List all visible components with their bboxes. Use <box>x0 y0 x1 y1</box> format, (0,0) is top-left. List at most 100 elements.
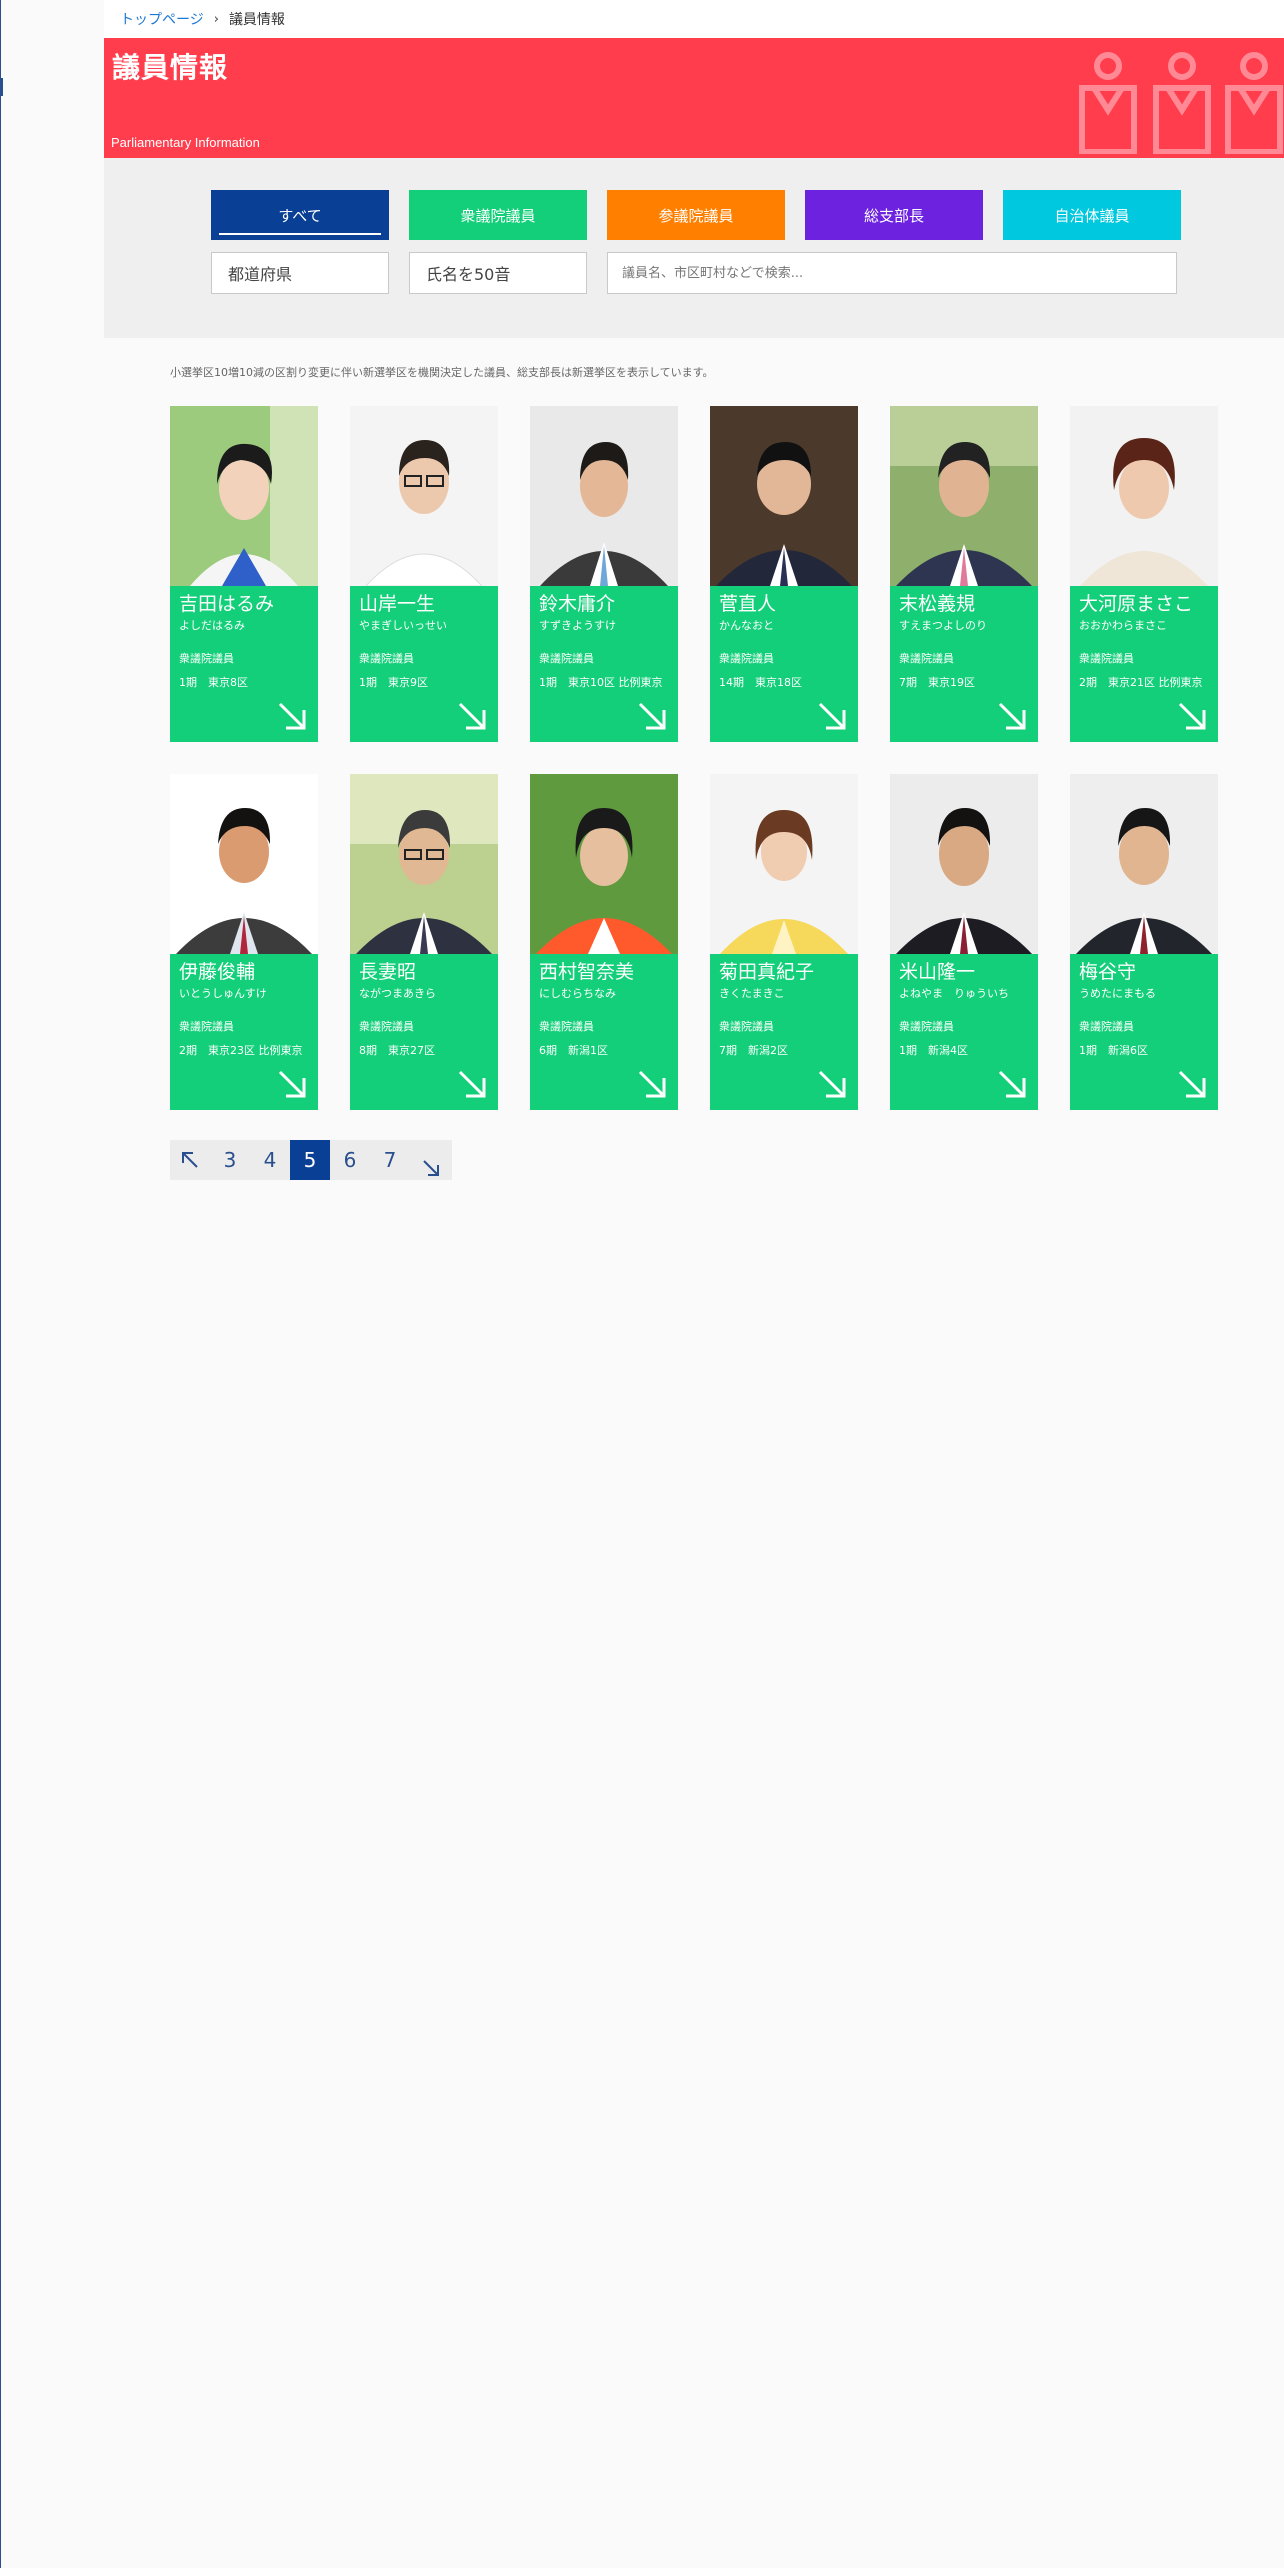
member-card[interactable]: 西村智奈美 にしむらちなみ 衆議院議員 6期 新潟1区 <box>530 774 678 1110</box>
arrow-down-right-icon <box>1178 702 1206 730</box>
member-house: 衆議院議員 <box>359 652 414 665</box>
member-term: 1期 新潟4区 <box>899 1044 968 1057</box>
member-photo <box>350 406 498 586</box>
member-name: 長妻昭 <box>359 961 417 983</box>
member-card[interactable]: 菊田真紀子 きくたまきこ 衆議院議員 7期 新潟2区 <box>710 774 858 1110</box>
category-local-assembly-button[interactable]: 自治体議員 <box>1003 190 1181 240</box>
breadcrumb-current: 議員情報 <box>228 12 285 28</box>
page-7-button[interactable]: 7 <box>370 1140 410 1180</box>
member-kana: すえまつよしのり <box>899 619 987 632</box>
member-term: 7期 東京19区 <box>899 676 975 689</box>
member-term: 8期 東京27区 <box>359 1044 435 1057</box>
member-info: 伊藤俊輔 いとうしゅんすけ 衆議院議員 2期 東京23区 比例東京 <box>170 954 318 1110</box>
member-kana: きくたまきこ <box>719 987 785 1000</box>
member-house: 衆議院議員 <box>1079 652 1134 665</box>
breadcrumb-home-link[interactable]: トップページ <box>120 9 204 29</box>
member-info: 吉田はるみ よしだはるみ 衆議院議員 1期 東京8区 <box>170 586 318 742</box>
category-house-of-councillors-button[interactable]: 参議院議員 <box>607 190 785 240</box>
member-house: 衆議院議員 <box>1079 1020 1134 1033</box>
category-buttons: すべて 衆議院議員 参議院議員 総支部長 自治体議員 <box>211 190 1181 240</box>
member-photo <box>890 774 1038 954</box>
page-3-button[interactable]: 3 <box>210 1140 250 1180</box>
member-card[interactable]: 米山隆一 よねやま りゅういち 衆議院議員 1期 新潟4区 <box>890 774 1038 1110</box>
category-branch-chief-button[interactable]: 総支部長 <box>805 190 983 240</box>
member-info: 米山隆一 よねやま りゅういち 衆議院議員 1期 新潟4区 <box>890 954 1038 1110</box>
member-name: 大河原まさこ <box>1079 593 1194 615</box>
member-photo <box>530 406 678 586</box>
member-photo <box>1070 774 1218 954</box>
member-term: 1期 新潟6区 <box>1079 1044 1148 1057</box>
member-name: 山岸一生 <box>359 593 436 615</box>
member-term: 14期 東京18区 <box>719 676 802 689</box>
gojuon-select[interactable]: 氏名を50音 <box>409 252 587 294</box>
page-5-button[interactable]: 5 <box>290 1140 330 1180</box>
member-house: 衆議院議員 <box>179 652 234 665</box>
member-kana: おおかわらまさこ <box>1079 619 1167 632</box>
member-kana: にしむらちなみ <box>539 987 616 1000</box>
member-term: 7期 新潟2区 <box>719 1044 788 1057</box>
member-card[interactable]: 吉田はるみ よしだはるみ 衆議院議員 1期 東京8区 <box>170 406 318 742</box>
member-card[interactable]: 鈴木庸介 すずきようすけ 衆議院議員 1期 東京10区 比例東京 <box>530 406 678 742</box>
person-icon <box>1153 52 1211 154</box>
member-house: 衆議院議員 <box>899 652 954 665</box>
member-kana: いとうしゅんすけ <box>179 987 267 1000</box>
member-kana: よねやま りゅういち <box>899 987 1009 1000</box>
first-page-button[interactable] <box>170 1140 210 1180</box>
page-subtitle: Parliamentary Information <box>111 135 260 150</box>
member-card[interactable]: 長妻昭 ながつまあきら 衆議院議員 8期 東京27区 <box>350 774 498 1110</box>
member-card[interactable]: 大河原まさこ おおかわらまさこ 衆議院議員 2期 東京21区 比例東京 <box>1070 406 1218 742</box>
member-house: 衆議院議員 <box>539 1020 594 1033</box>
member-name: 米山隆一 <box>899 961 976 983</box>
member-card[interactable]: 伊藤俊輔 いとうしゅんすけ 衆議院議員 2期 東京23区 比例東京 <box>170 774 318 1110</box>
filter-panel: すべて 衆議院議員 参議院議員 総支部長 自治体議員 都道府県 氏名を50音 <box>104 158 1284 338</box>
member-kana: うめたにまもる <box>1079 987 1156 1000</box>
arrow-down-right-icon <box>638 1070 666 1098</box>
arrow-down-right-icon <box>278 702 306 730</box>
member-info: 大河原まさこ おおかわらまさこ 衆議院議員 2期 東京21区 比例東京 <box>1070 586 1218 742</box>
search-input[interactable] <box>607 252 1177 294</box>
member-info: 末松義規 すえまつよしのり 衆議院議員 7期 東京19区 <box>890 586 1038 742</box>
member-photo <box>170 774 318 954</box>
window-edge-marker <box>0 78 3 96</box>
arrow-down-right-icon <box>638 702 666 730</box>
member-kana: ながつまあきら <box>359 987 436 1000</box>
member-info: 梅谷守 うめたにまもる 衆議院議員 1期 新潟6区 <box>1070 954 1218 1110</box>
member-card[interactable]: 菅直人 かんなおと 衆議院議員 14期 東京18区 <box>710 406 858 742</box>
arrow-down-right-icon <box>818 702 846 730</box>
arrow-down-right-icon <box>423 1160 439 1176</box>
member-card[interactable]: 梅谷守 うめたにまもる 衆議院議員 1期 新潟6区 <box>1070 774 1218 1110</box>
member-term: 1期 東京10区 比例東京 <box>539 676 663 689</box>
member-card[interactable]: 山岸一生 やまぎしいっせい 衆議院議員 1期 東京9区 <box>350 406 498 742</box>
arrow-down-right-icon <box>998 702 1026 730</box>
page-4-button[interactable]: 4 <box>250 1140 290 1180</box>
member-photo <box>710 774 858 954</box>
member-name: 菅直人 <box>719 593 777 615</box>
page-6-button[interactable]: 6 <box>330 1140 370 1180</box>
arrow-down-right-icon <box>278 1070 306 1098</box>
last-page-button[interactable] <box>410 1140 452 1180</box>
member-info: 鈴木庸介 すずきようすけ 衆議院議員 1期 東京10区 比例東京 <box>530 586 678 742</box>
member-term: 2期 東京23区 比例東京 <box>179 1044 303 1057</box>
category-all-button[interactable]: すべて <box>211 190 389 240</box>
member-house: 衆議院議員 <box>539 652 594 665</box>
member-name: 菊田真紀子 <box>719 961 815 983</box>
search-controls: 都道府県 氏名を50音 <box>211 252 1177 294</box>
district-note: 小選挙区10増10減の区割り変更に伴い新選挙区を機関決定した議員、総支部長は新選… <box>170 366 714 379</box>
page-title: 議員情報 <box>112 51 229 84</box>
arrow-up-left-icon <box>182 1152 198 1168</box>
member-info: 長妻昭 ながつまあきら 衆議院議員 8期 東京27区 <box>350 954 498 1110</box>
arrow-down-right-icon <box>818 1070 846 1098</box>
member-card[interactable]: 末松義規 すえまつよしのり 衆議院議員 7期 東京19区 <box>890 406 1038 742</box>
member-house: 衆議院議員 <box>719 1020 774 1033</box>
person-icon <box>1225 52 1283 154</box>
category-house-of-representatives-button[interactable]: 衆議院議員 <box>409 190 587 240</box>
member-photo <box>1070 406 1218 586</box>
member-name: 末松義規 <box>899 593 976 615</box>
member-name: 伊藤俊輔 <box>179 961 256 983</box>
prefecture-select[interactable]: 都道府県 <box>211 252 389 294</box>
member-house: 衆議院議員 <box>359 1020 414 1033</box>
member-grid: 吉田はるみ よしだはるみ 衆議院議員 1期 東京8区 山岸一生 やまぎしいっせい… <box>170 406 1284 1110</box>
window-edge <box>0 0 1 2568</box>
member-kana: よしだはるみ <box>179 619 245 632</box>
member-kana: かんなおと <box>719 619 774 632</box>
